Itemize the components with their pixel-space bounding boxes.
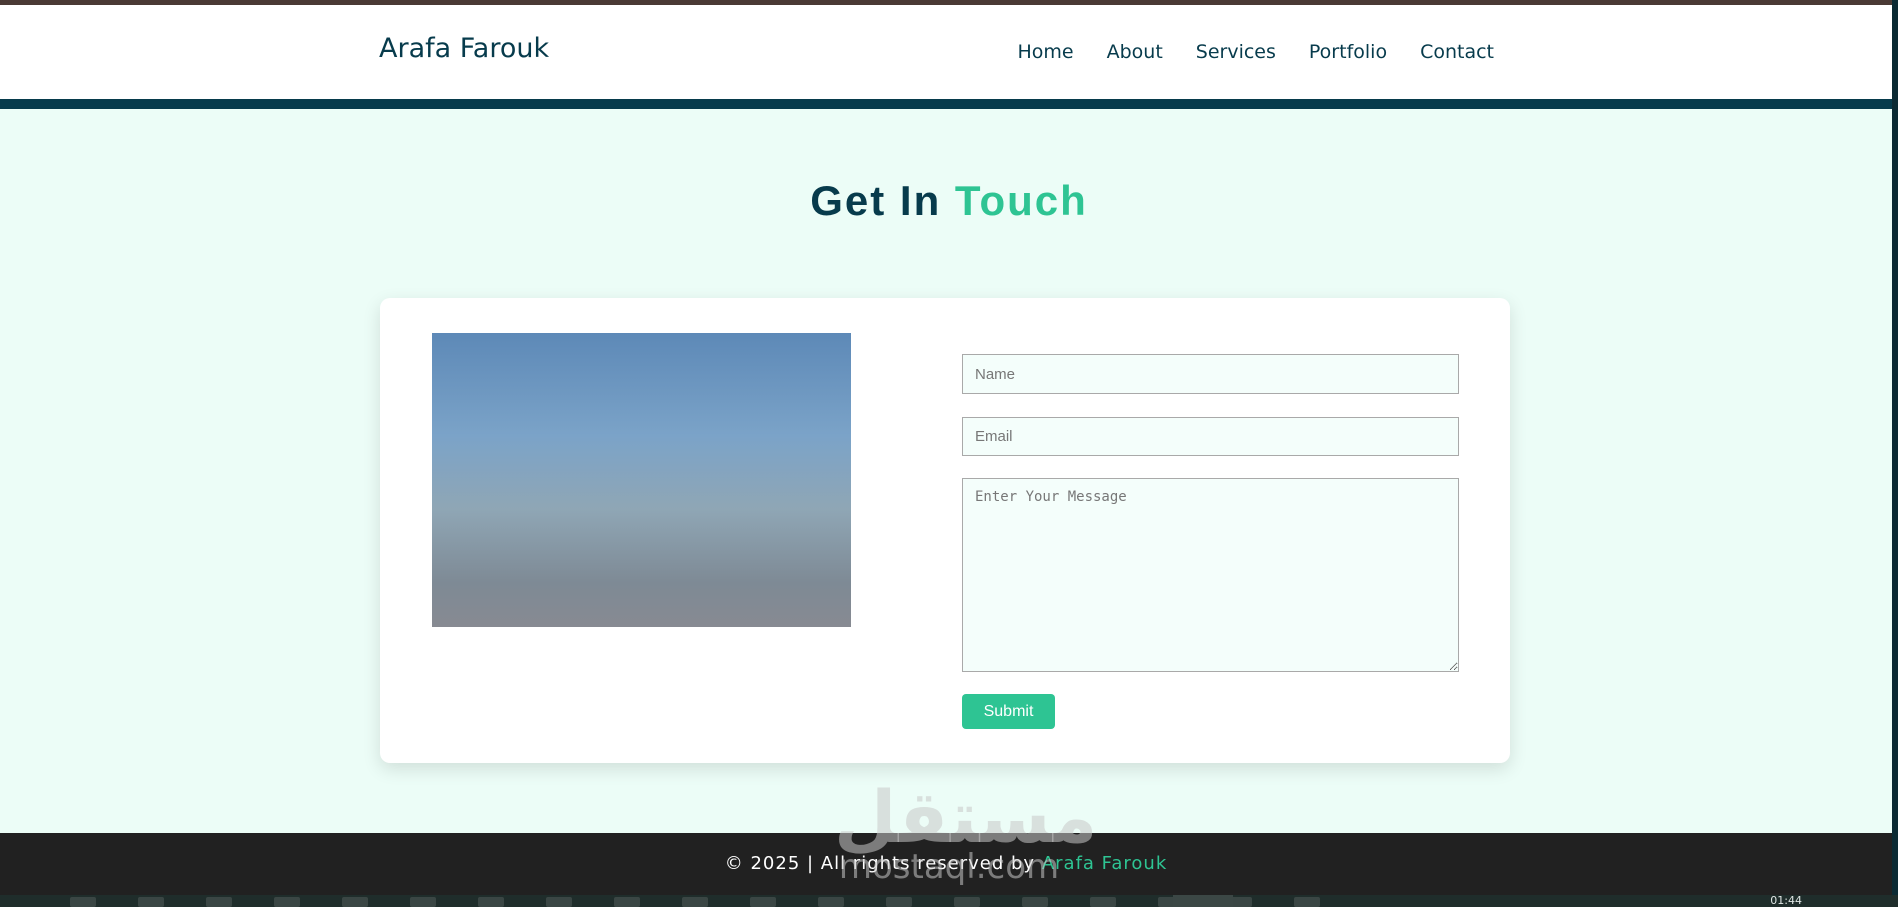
nav-portfolio-link[interactable]: Portfolio: [1309, 41, 1387, 63]
taskbar-app-icon[interactable]: [614, 897, 640, 907]
submit-button[interactable]: Submit: [962, 694, 1055, 729]
taskbar-icons: [70, 897, 1320, 907]
taskbar-app-icon[interactable]: [1022, 897, 1048, 907]
contact-image: [432, 333, 851, 627]
nav-contact-link[interactable]: Contact: [1420, 41, 1494, 63]
taskbar-app-icon[interactable]: [1090, 897, 1116, 907]
site-logo[interactable]: Arafa Farouk: [379, 33, 549, 64]
contact-heading: Get In Touch: [0, 177, 1898, 225]
header-accent-bar: [0, 99, 1892, 109]
window-edge: [1892, 0, 1898, 907]
name-input[interactable]: [962, 354, 1459, 394]
taskbar-app-icon[interactable]: [818, 897, 844, 907]
os-taskbar: 01:44: [0, 895, 1898, 907]
nav-about-link[interactable]: About: [1107, 41, 1163, 63]
footer-author-link[interactable]: Arafa Farouk: [1042, 853, 1167, 874]
footer-copyright: © 2025 | All rights reserved by Arafa Fa…: [0, 853, 1892, 874]
message-textarea[interactable]: [962, 478, 1459, 672]
taskbar-app-icon[interactable]: [70, 897, 96, 907]
taskbar-app-icon[interactable]: [206, 897, 232, 907]
taskbar-app-icon[interactable]: [410, 897, 436, 907]
taskbar-app-icon[interactable]: [546, 897, 572, 907]
taskbar-app-icon[interactable]: [274, 897, 300, 907]
contact-heading-main: Get In: [810, 177, 942, 224]
contact-card: Submit: [380, 298, 1510, 763]
email-input[interactable]: [962, 417, 1459, 456]
site-footer: © 2025 | All rights reserved by Arafa Fa…: [0, 833, 1892, 895]
taskbar-app-icon[interactable]: [138, 897, 164, 907]
footer-copyright-text: © 2025 | All rights reserved by: [724, 853, 1036, 874]
taskbar-app-icon[interactable]: [954, 897, 980, 907]
contact-heading-accent: Touch: [954, 177, 1088, 224]
taskbar-app-icon[interactable]: [682, 897, 708, 907]
main-nav: Home About Services Portfolio Contact: [1017, 41, 1494, 63]
taskbar-clock: 01:44: [1770, 894, 1802, 907]
taskbar-active-app[interactable]: [1173, 895, 1233, 907]
taskbar-app-icon[interactable]: [342, 897, 368, 907]
taskbar-app-icon[interactable]: [750, 897, 776, 907]
taskbar-app-icon[interactable]: [1294, 897, 1320, 907]
site-header: Arafa Farouk Home About Services Portfol…: [0, 5, 1892, 99]
nav-home-link[interactable]: Home: [1017, 41, 1073, 63]
nav-services-link[interactable]: Services: [1196, 41, 1276, 63]
taskbar-app-icon[interactable]: [886, 897, 912, 907]
taskbar-app-icon[interactable]: [478, 897, 504, 907]
